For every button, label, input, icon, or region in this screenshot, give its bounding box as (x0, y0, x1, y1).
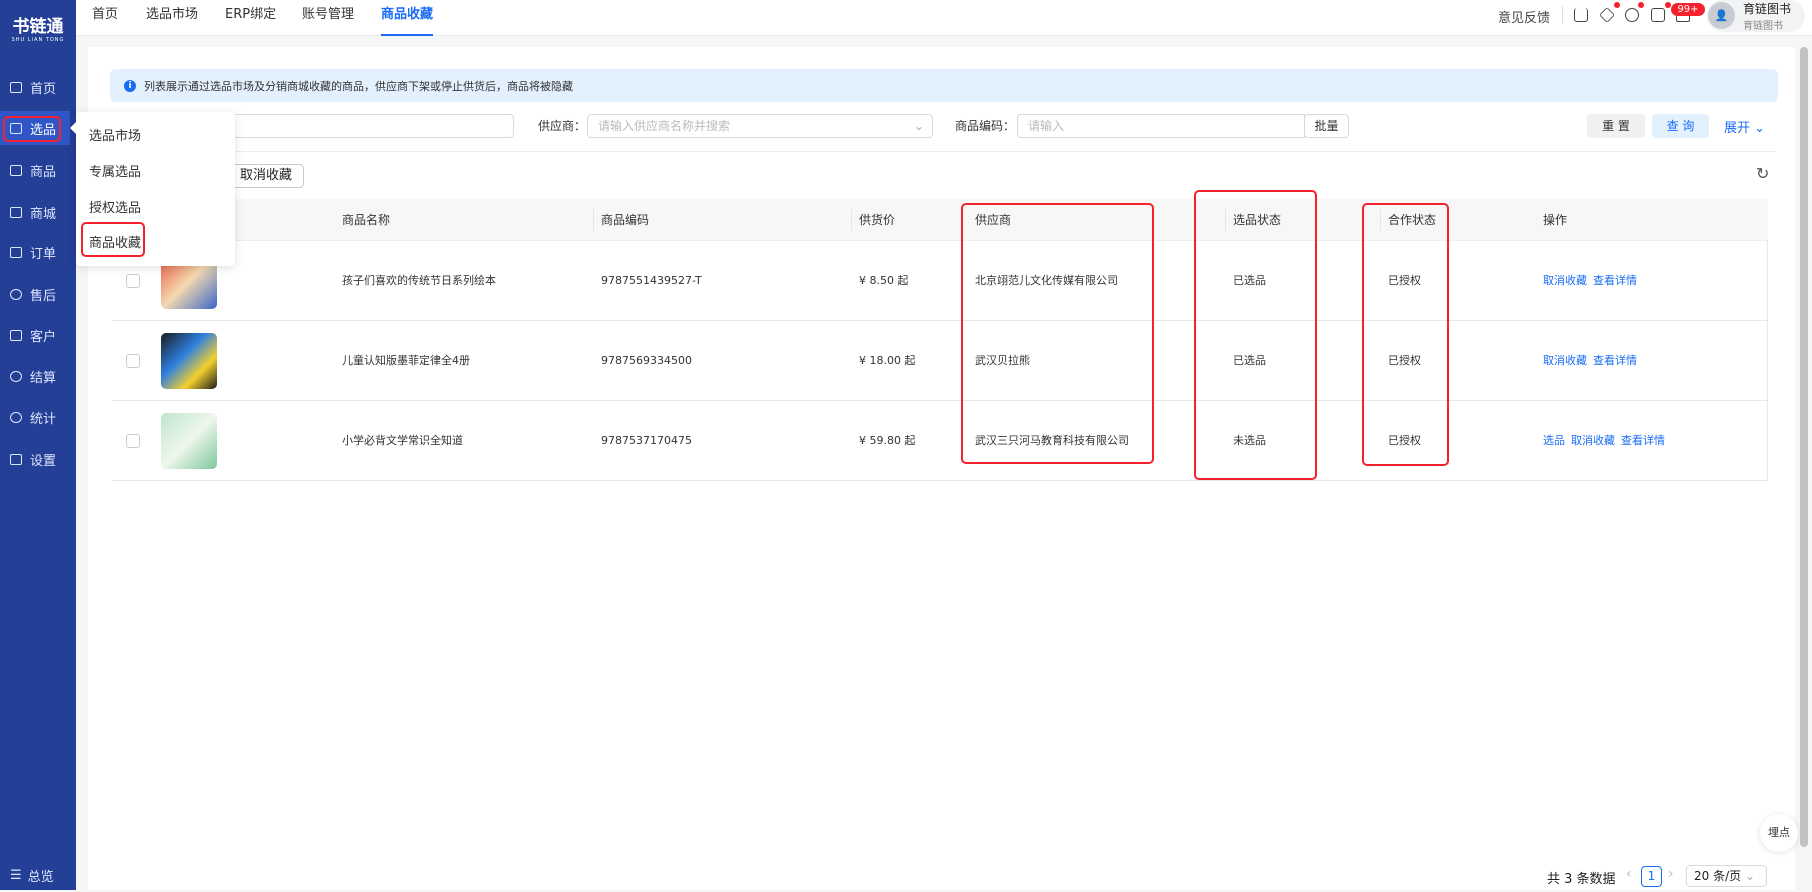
users-icon (10, 329, 22, 341)
highlight-box (961, 203, 1154, 464)
sidebar-item-stats[interactable]: 统计 (0, 400, 76, 434)
product-name: 小学必背文学常识全知道 (342, 434, 463, 447)
submenu-item-market[interactable]: 选品市场 (89, 125, 141, 144)
product-thumbnail[interactable] (161, 413, 217, 469)
avatar[interactable]: 👤 (1708, 2, 1735, 29)
divider (110, 151, 1776, 152)
col-code: 商品编码 (593, 209, 649, 231)
sidebar-overview[interactable]: ☰ 总览 (0, 858, 76, 892)
submenu-item-exclusive[interactable]: 专属选品 (89, 161, 141, 180)
robot-icon[interactable] (1651, 8, 1665, 22)
submenu-item-authorized[interactable]: 授权选品 (89, 197, 141, 216)
batch-button[interactable]: 批量 (1304, 114, 1349, 138)
product-name: 儿童认知版墨菲定律全4册 (342, 354, 470, 367)
product-thumbnail[interactable] (161, 333, 217, 389)
sidebar-item-customers[interactable]: 客户 (0, 318, 76, 352)
col-price: 供货价 (851, 209, 895, 231)
chevron-down-icon: ⌄ (913, 119, 924, 133)
action-link[interactable]: 查看详情 (1621, 434, 1665, 447)
logo: 书链通 SHU LIAN TONG (11, 17, 65, 43)
notification-dot (1665, 2, 1671, 8)
page-size-select[interactable]: 20 条/页 ⌄ (1686, 865, 1767, 887)
action-link[interactable]: 查看详情 (1593, 354, 1637, 367)
row-actions: 选品 取消收藏 查看详情 (1543, 434, 1671, 448)
prev-page-icon[interactable]: ‹ (1626, 866, 1632, 882)
highlight-box (1194, 190, 1317, 480)
code-label: 商品编码： (955, 119, 1016, 133)
row-actions: 取消收藏 查看详情 (1543, 274, 1643, 288)
headset-icon (10, 288, 22, 300)
feedback-link[interactable]: 意见反馈 (1498, 7, 1550, 26)
action-link[interactable]: 取消收藏 (1543, 274, 1587, 287)
divider (1767, 241, 1768, 481)
row-checkbox[interactable] (126, 274, 140, 288)
total-count: 共 3 条数据 (1547, 872, 1616, 887)
code-input[interactable]: 请输入 (1017, 114, 1305, 138)
upload-icon[interactable] (1574, 8, 1588, 22)
row-checkbox[interactable] (126, 434, 140, 448)
tab-account[interactable]: 账号管理 (302, 0, 354, 36)
product-code: 9787569334500 (601, 354, 692, 367)
product-name: 孩子们喜欢的传统节日系列绘本 (342, 274, 496, 287)
reset-button[interactable]: 重 置 (1587, 114, 1645, 138)
row-actions: 取消收藏 查看详情 (1543, 354, 1643, 368)
settle-icon (10, 370, 22, 382)
supply-price: ¥ 8.50 起 (859, 274, 909, 287)
supplier-label: 供应商： (538, 119, 587, 133)
divider (1562, 6, 1563, 23)
supply-price: ¥ 18.00 起 (859, 354, 916, 367)
page-1[interactable]: 1 (1641, 866, 1662, 887)
info-icon: i (124, 79, 136, 92)
sidebar-item-settlement[interactable]: 结算 (0, 359, 76, 393)
user-name: 育链图书 (1743, 2, 1792, 16)
tracking-float-button[interactable]: 埋点 (1760, 814, 1798, 852)
action-link[interactable]: 查看详情 (1593, 274, 1637, 287)
info-banner: i 列表展示通过选品市场及分销商城收藏的商品，供应商下架或停止供货后，商品将被隐藏 (110, 69, 1778, 102)
col-name: 商品名称 (342, 213, 391, 227)
refresh-icon[interactable]: ↻ (1756, 164, 1769, 183)
expand-toggle[interactable]: 展开 ⌄ (1724, 117, 1765, 136)
document-icon (10, 246, 22, 258)
supplier-select[interactable]: 请输入供应商名称并搜索 ⌄ (587, 114, 933, 138)
col-actions: 操作 (1543, 213, 1568, 227)
box-icon (10, 164, 22, 176)
query-button[interactable]: 查 询 (1652, 114, 1709, 138)
chevron-down-icon: ⌄ (1754, 121, 1766, 136)
sidebar-item-aftersale[interactable]: 售后 (0, 277, 76, 311)
menu-arrow (70, 122, 76, 134)
tab-home[interactable]: 首页 (92, 0, 118, 36)
sidebar-item-goods[interactable]: 商品 (0, 153, 76, 187)
action-link[interactable]: 取消收藏 (1571, 434, 1615, 447)
sidebar-item-home[interactable]: 首页 (0, 70, 76, 104)
tab-favorites[interactable]: 商品收藏 (381, 0, 434, 36)
highlight-box (1362, 203, 1449, 466)
next-page-icon[interactable]: › (1668, 866, 1674, 882)
store-icon (10, 206, 22, 218)
highlight-box (3, 116, 61, 142)
sidebar-item-store[interactable]: 商城 (0, 195, 76, 229)
highlight-box (81, 222, 145, 257)
user-org: 育链图书 (1743, 21, 1783, 32)
sidebar-item-orders[interactable]: 订单 (0, 235, 76, 269)
menu-icon: ☰ (10, 867, 22, 883)
notification-dot (1614, 2, 1620, 8)
headset-icon[interactable] (1625, 8, 1639, 22)
action-link[interactable]: 选品 (1543, 434, 1565, 447)
row-checkbox[interactable] (126, 354, 140, 368)
notification-dot (1638, 2, 1644, 8)
cancel-favorite-button[interactable]: 取消收藏 (228, 164, 304, 188)
action-link[interactable]: 取消收藏 (1543, 354, 1587, 367)
chevron-down-icon: ⌄ (1744, 869, 1756, 883)
notification-badge: 99+ (1671, 3, 1705, 16)
clock-icon (10, 411, 22, 423)
sidebar-item-settings[interactable]: 设置 (0, 442, 76, 476)
supply-price: ¥ 59.80 起 (859, 434, 916, 447)
tab-erp[interactable]: ERP绑定 (225, 0, 276, 36)
sliders-icon (10, 453, 22, 465)
product-code: 9787537170475 (601, 434, 692, 447)
scrollbar[interactable] (1800, 47, 1808, 847)
monitor-icon (10, 81, 22, 93)
tab-market[interactable]: 选品市场 (146, 0, 198, 36)
product-code: 9787551439527-T (601, 274, 702, 287)
